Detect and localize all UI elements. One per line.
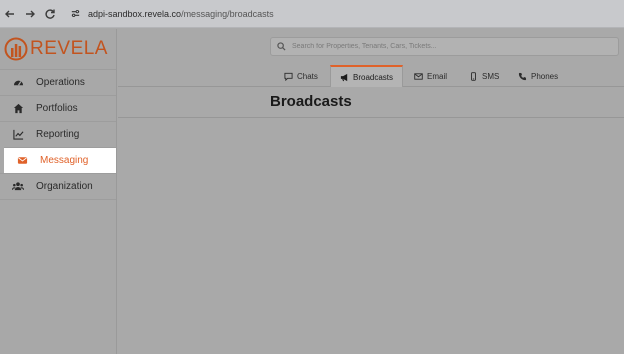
tab-sms[interactable]: SMS bbox=[469, 65, 499, 87]
tab-label: Chats bbox=[297, 71, 318, 81]
address-bar[interactable]: adpi-sandbox.revela.co/messaging/broadca… bbox=[64, 3, 624, 25]
url-text: adpi-sandbox.revela.co/messaging/broadca… bbox=[88, 8, 274, 19]
tab-phones[interactable]: Phones bbox=[518, 65, 558, 87]
envelope-icon bbox=[414, 72, 423, 81]
sidebar-item-messaging[interactable]: Messaging bbox=[4, 147, 116, 173]
sidebar-item-operations[interactable]: Operations bbox=[0, 69, 116, 95]
sidebar-item-label: Portfolios bbox=[36, 103, 78, 114]
phone-icon bbox=[518, 72, 527, 81]
title-divider bbox=[118, 117, 624, 118]
forward-button[interactable] bbox=[20, 0, 40, 28]
arrow-left-icon bbox=[5, 10, 14, 17]
logo-text: REVELA bbox=[30, 38, 108, 59]
tab-label: Phones bbox=[531, 71, 559, 81]
sidebar-item-organization[interactable]: Organization bbox=[0, 173, 116, 199]
site-settings-icon[interactable] bbox=[68, 7, 82, 21]
tab-label: SMS bbox=[482, 71, 500, 81]
sidebar-item-reporting[interactable]: Reporting bbox=[0, 121, 116, 147]
tab-label: Broadcasts bbox=[353, 72, 394, 82]
search-input[interactable] bbox=[292, 43, 592, 50]
tab-email[interactable]: Email bbox=[414, 65, 447, 87]
tab-broadcasts[interactable]: Broadcasts bbox=[330, 65, 404, 87]
sidebar-divider bbox=[0, 199, 116, 200]
sidebar-item-portfolios[interactable]: Portfolios bbox=[0, 95, 116, 121]
tab-chats[interactable]: Chats bbox=[284, 65, 318, 87]
sidebar-item-label: Messaging bbox=[40, 155, 89, 166]
sidebar-item-label: Operations bbox=[36, 77, 85, 88]
megaphone-icon bbox=[340, 73, 349, 82]
arrow-right-icon bbox=[26, 10, 35, 17]
messaging-tabs: Chats Broadcasts Email SMS Phones bbox=[118, 65, 624, 87]
chat-icon bbox=[284, 72, 293, 81]
dashboard-icon bbox=[12, 77, 24, 89]
line-chart-icon bbox=[12, 129, 24, 141]
sidebar: REVELA Operations Portfolios Reporting M… bbox=[0, 29, 117, 354]
browser-toolbar: adpi-sandbox.revela.co/messaging/broadca… bbox=[0, 0, 624, 28]
main-content: Chats Broadcasts Email SMS Phones bbox=[118, 29, 624, 354]
envelope-icon bbox=[16, 155, 28, 167]
reload-button[interactable] bbox=[40, 0, 60, 28]
page-title: Broadcasts bbox=[270, 93, 352, 110]
search-icon bbox=[277, 42, 286, 51]
back-button[interactable] bbox=[0, 0, 20, 28]
global-search[interactable] bbox=[270, 37, 619, 56]
sidebar-item-label: Reporting bbox=[36, 129, 80, 140]
reload-icon bbox=[45, 8, 55, 19]
home-icon bbox=[12, 103, 24, 115]
users-icon bbox=[12, 181, 24, 193]
phone-mobile-icon bbox=[469, 71, 478, 81]
logo[interactable]: REVELA bbox=[0, 29, 116, 69]
revela-logo-icon bbox=[4, 37, 28, 61]
tab-label: Email bbox=[427, 71, 448, 81]
sidebar-item-label: Organization bbox=[36, 181, 93, 192]
